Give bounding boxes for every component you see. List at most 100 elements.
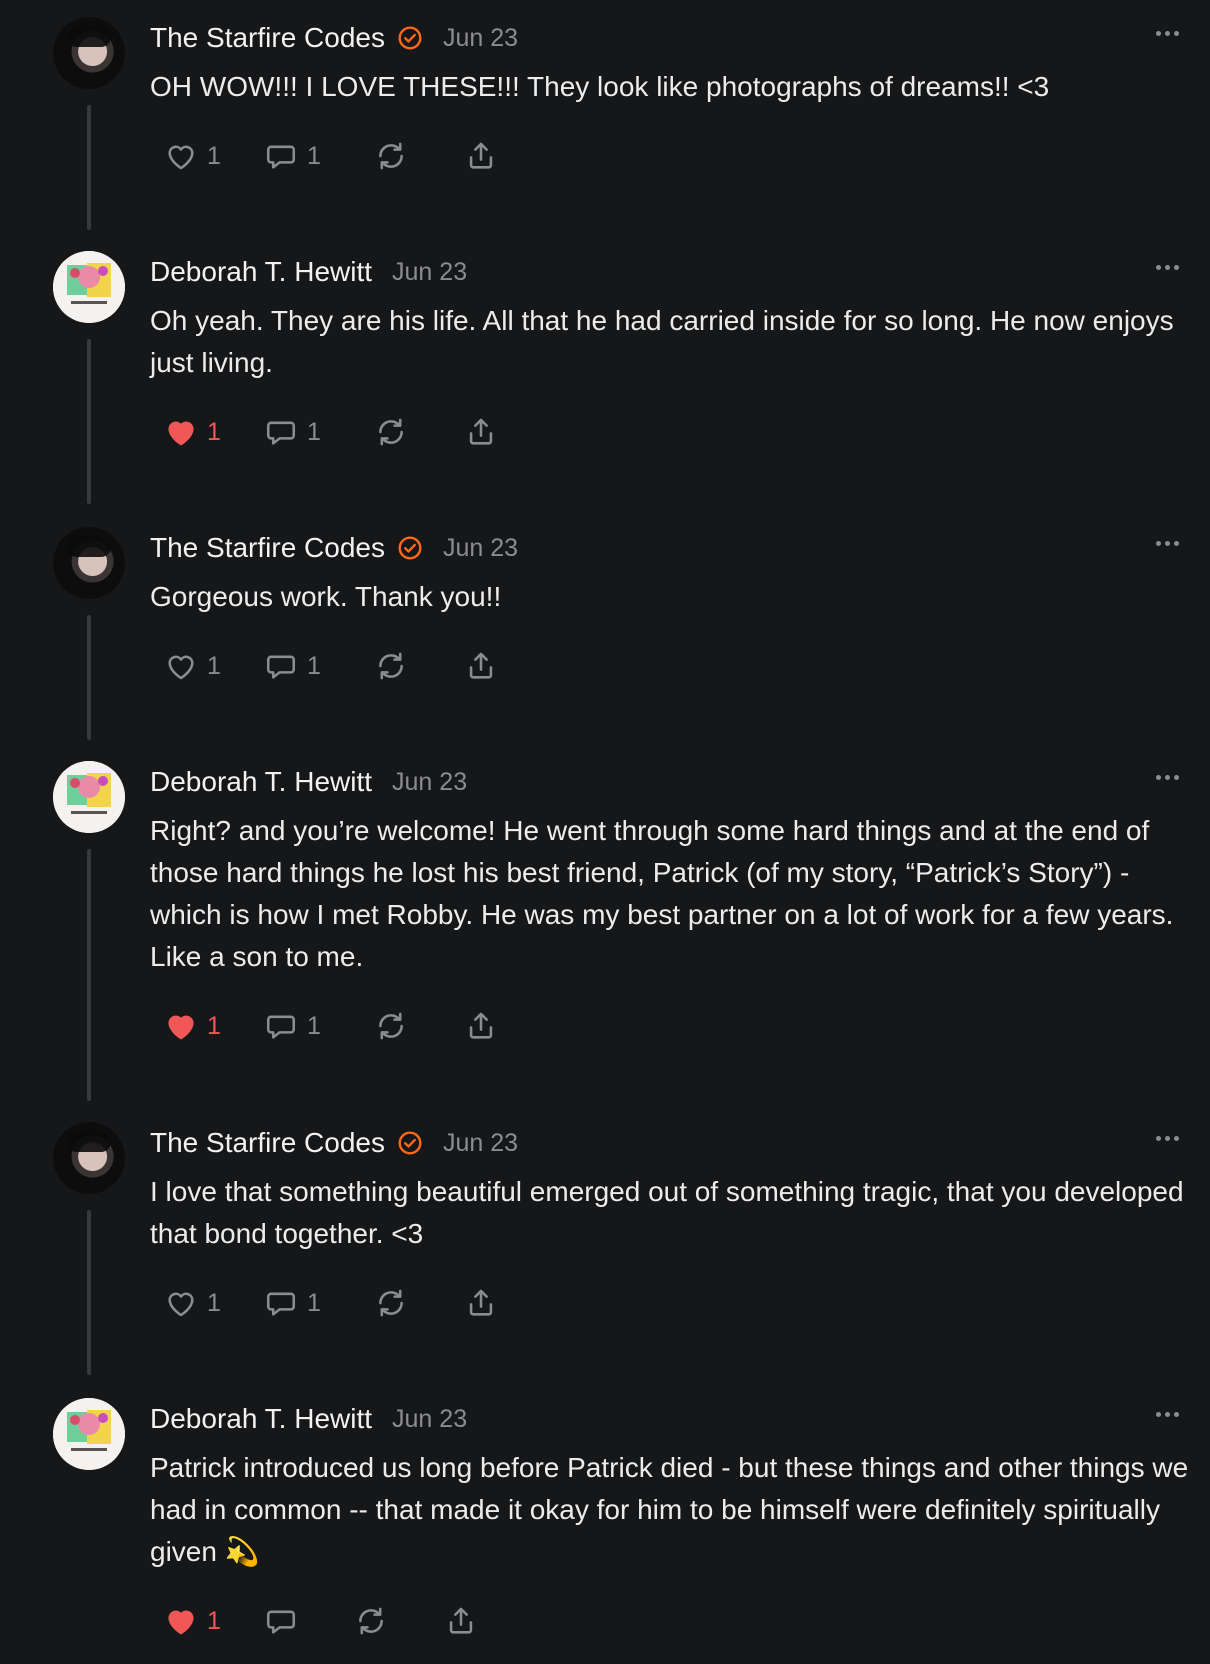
thread-line [87, 339, 91, 504]
comment-date[interactable]: Jun 23 [392, 258, 467, 287]
comment-actions: 1 1 [163, 412, 499, 452]
author-name[interactable]: Deborah T. Hewitt [150, 766, 372, 798]
comment-icon [266, 145, 296, 169]
comment-header: The Starfire Codes Jun 23 [150, 1126, 518, 1160]
comment-date[interactable]: Jun 23 [443, 534, 518, 563]
comment-header: The Starfire Codes Jun 23 [150, 531, 518, 565]
more-icon[interactable] [1156, 770, 1182, 784]
reply-count: 1 [307, 651, 321, 680]
restack-icon [379, 1289, 403, 1317]
more-icon[interactable] [1156, 26, 1182, 40]
verified-badge-icon [398, 26, 422, 50]
author-avatar[interactable] [53, 761, 125, 833]
comment: Deborah T. Hewitt Jun 23 Right? and you’… [0, 744, 1210, 1114]
reply-count: 1 [307, 417, 321, 446]
restack-button[interactable] [373, 1286, 463, 1320]
like-count: 1 [207, 1606, 221, 1635]
comment-text: Patrick introduced us long before Patric… [150, 1452, 1189, 1567]
comment-icon [266, 1292, 296, 1316]
heart-icon [168, 655, 194, 680]
restack-button[interactable] [373, 415, 463, 449]
like-button[interactable]: 1 [163, 1009, 263, 1043]
more-icon[interactable] [1156, 1131, 1182, 1145]
restack-icon [379, 418, 403, 446]
comment-header: The Starfire Codes Jun 23 [150, 21, 518, 55]
comment: The Starfire Codes Jun 23 Gorgeous work.… [0, 510, 1210, 765]
like-count: 1 [207, 141, 221, 170]
thread-line [87, 849, 91, 1101]
like-button[interactable]: 1 [163, 415, 263, 449]
comment-date[interactable]: Jun 23 [392, 1405, 467, 1434]
reply-button[interactable]: 1 [263, 1286, 373, 1320]
author-avatar[interactable] [53, 251, 125, 323]
reply-button[interactable]: 1 [263, 415, 373, 449]
share-button[interactable] [463, 139, 499, 173]
like-button[interactable]: 1 [163, 1286, 263, 1320]
comment-icon [266, 421, 296, 445]
comment-thread: The Starfire Codes Jun 23 OH WOW!!! I LO… [0, 0, 1210, 1664]
restack-icon [379, 652, 403, 680]
heart-icon [168, 1292, 194, 1317]
comment: The Starfire Codes Jun 23 OH WOW!!! I LO… [0, 0, 1210, 255]
author-avatar[interactable] [53, 1398, 125, 1470]
author-name[interactable]: The Starfire Codes [150, 22, 385, 54]
heart-icon [168, 1015, 194, 1040]
reply-button[interactable]: 1 [263, 139, 373, 173]
comment: Deborah T. Hewitt Jun 23 Oh yeah. They a… [0, 234, 1210, 524]
comment-date[interactable]: Jun 23 [392, 768, 467, 797]
comment-text: I love that something beautiful emerged … [150, 1176, 1184, 1249]
author-name[interactable]: Deborah T. Hewitt [150, 256, 372, 288]
share-button[interactable] [443, 1604, 479, 1638]
author-avatar[interactable] [53, 1122, 125, 1194]
reply-button[interactable] [263, 1604, 353, 1638]
comment-date[interactable]: Jun 23 [443, 1129, 518, 1158]
restack-icon [379, 142, 403, 170]
heart-icon [168, 421, 194, 446]
book-cover-image [53, 761, 125, 833]
more-icon[interactable] [1156, 536, 1182, 550]
author-name[interactable]: Deborah T. Hewitt [150, 1403, 372, 1435]
share-button[interactable] [463, 1286, 499, 1320]
comment-actions: 1 1 [163, 1283, 499, 1323]
share-button[interactable] [463, 649, 499, 683]
comment-date[interactable]: Jun 23 [443, 24, 518, 53]
author-avatar[interactable] [53, 527, 125, 599]
comment-actions: 1 1 [163, 1006, 499, 1046]
author-name[interactable]: The Starfire Codes [150, 532, 385, 564]
like-button[interactable]: 1 [163, 649, 263, 683]
restack-button[interactable] [373, 1009, 463, 1043]
author-name[interactable]: The Starfire Codes [150, 1127, 385, 1159]
comment: Deborah T. Hewitt Jun 23 Patrick introdu… [0, 1381, 1210, 1664]
verified-badge-icon [398, 1131, 422, 1155]
author-avatar[interactable] [53, 17, 125, 89]
book-cover-image [53, 1398, 125, 1470]
comment-text: Oh yeah. They are his life. All that he … [150, 305, 1174, 378]
share-button[interactable] [463, 1009, 499, 1043]
reply-count: 1 [307, 1288, 321, 1317]
reply-button[interactable]: 1 [263, 649, 373, 683]
comment-text: Right? and you’re welcome! He went throu… [150, 815, 1174, 972]
more-icon[interactable] [1156, 1407, 1182, 1421]
like-count: 1 [207, 651, 221, 680]
share-icon [469, 1289, 493, 1316]
reply-button[interactable]: 1 [263, 1009, 373, 1043]
restack-icon [359, 1607, 383, 1635]
share-icon [449, 1607, 473, 1634]
share-icon [469, 652, 493, 679]
restack-button[interactable] [353, 1604, 443, 1638]
like-button[interactable]: 1 [163, 1604, 263, 1638]
more-icon[interactable] [1156, 260, 1182, 274]
heart-icon [168, 1610, 194, 1635]
restack-button[interactable] [373, 649, 463, 683]
reply-count: 1 [307, 1011, 321, 1040]
restack-button[interactable] [373, 139, 463, 173]
comment-icon [266, 1015, 296, 1039]
share-icon [469, 418, 493, 445]
share-button[interactable] [463, 415, 499, 449]
comment-header: Deborah T. Hewitt Jun 23 [150, 1402, 467, 1436]
comment: The Starfire Codes Jun 23 I love that so… [0, 1105, 1210, 1395]
comment-actions: 1 1 [163, 646, 499, 686]
reply-count: 1 [307, 141, 321, 170]
like-button[interactable]: 1 [163, 139, 263, 173]
verified-badge-icon [398, 536, 422, 560]
